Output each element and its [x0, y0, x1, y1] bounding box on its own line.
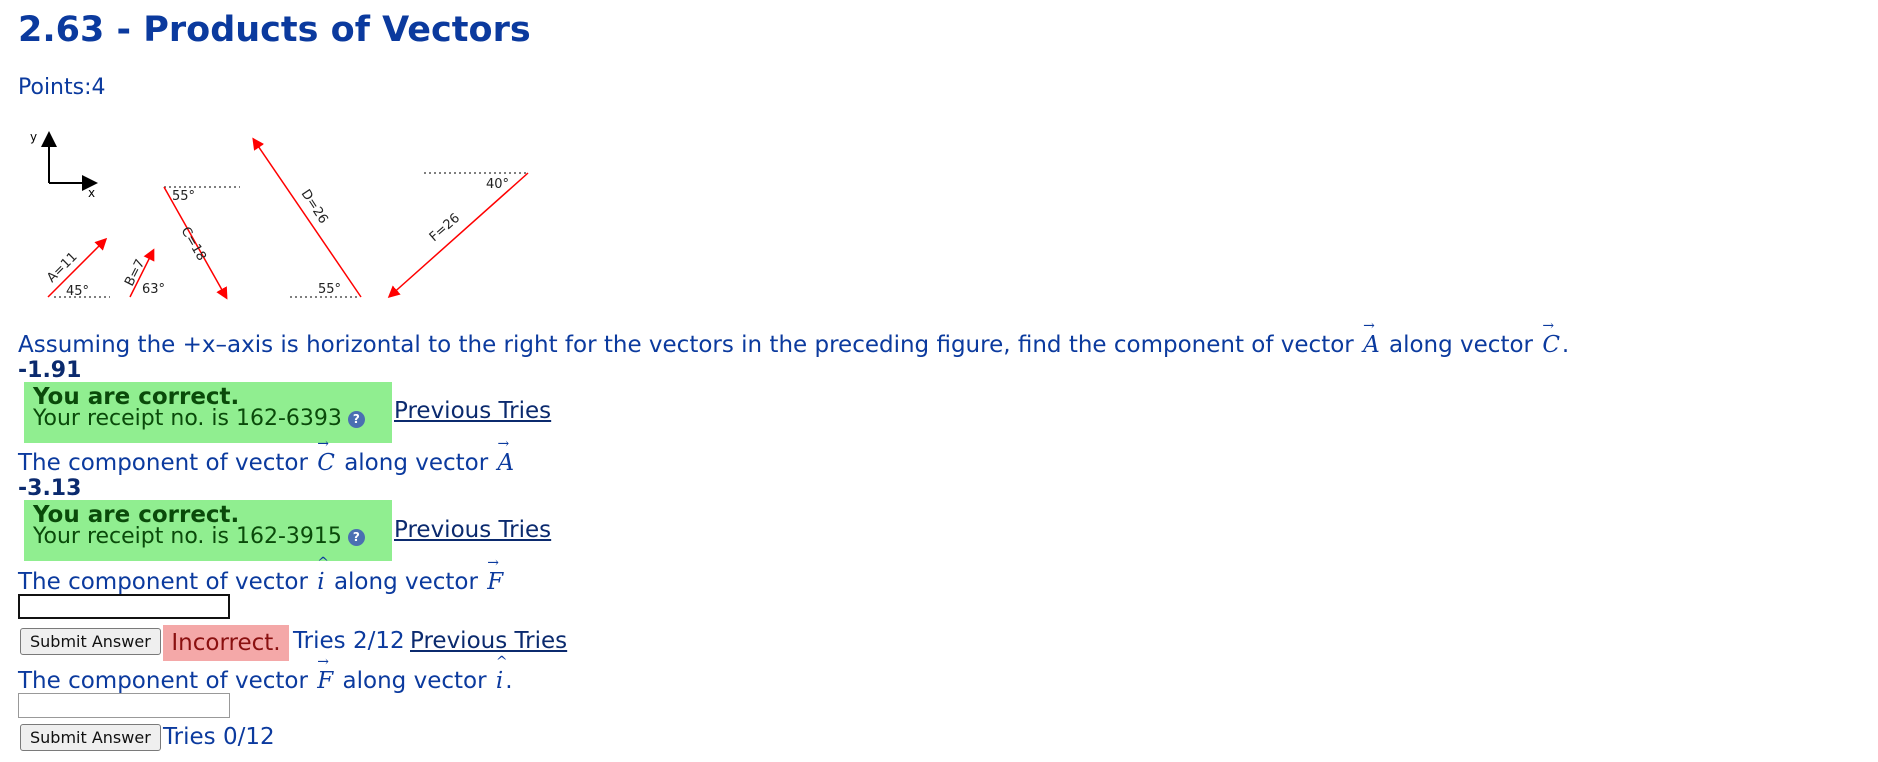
- vector-f-label: F=26: [427, 211, 463, 245]
- vector-a: A=11 45°: [44, 237, 110, 299]
- question-4-middle: along vector: [342, 668, 487, 694]
- receipt-text: Your receipt no. is 162-3915: [33, 524, 342, 549]
- answer-1: -1.91: [18, 358, 82, 383]
- angle-d-label: 55°: [318, 282, 341, 297]
- answer-2: -3.13: [18, 476, 82, 501]
- angle-f-label: 40°: [486, 177, 509, 192]
- feedback-title: You are correct.: [33, 502, 240, 528]
- vector-symbol: → C: [317, 436, 335, 476]
- vector-symbol: → C: [1542, 318, 1560, 358]
- page-title: 2.63 - Products of Vectors: [18, 10, 531, 50]
- vector-symbol: → A: [497, 436, 515, 476]
- vector-symbol: → F: [487, 555, 504, 595]
- question-1-text: Assuming the +x–axis is horizontal to th…: [18, 318, 1570, 358]
- vector-a-label: A=11: [44, 250, 80, 286]
- axis-x-label: x: [88, 186, 95, 200]
- receipt-text: Your receipt no. is 162-6393: [33, 406, 342, 431]
- incorrect-badge: Incorrect.: [163, 625, 289, 661]
- vector-d-label: D=26: [298, 187, 331, 227]
- vector-c: C=18 55°: [163, 186, 240, 300]
- answer-input-4[interactable]: [18, 693, 230, 718]
- vector-symbol: → A: [1363, 318, 1380, 358]
- tries-counter-3: Tries 2/12: [293, 628, 405, 654]
- vector-b: B=7 63°: [122, 248, 165, 298]
- feedback-title: You are correct.: [33, 384, 240, 410]
- angle-c-label: 55°: [172, 189, 195, 204]
- page: 2.63 - Products of Vectors Points:4 y x …: [0, 0, 1878, 762]
- axis-y-label: y: [30, 130, 37, 144]
- answer-input-3[interactable]: [18, 594, 230, 619]
- question-4-prefix: The component of vector: [18, 668, 308, 694]
- question-4-text: The component of vector → F along vector …: [18, 654, 513, 694]
- question-1-middle: along vector: [1389, 332, 1533, 358]
- vector-symbol: → F: [317, 654, 334, 694]
- vector-d: D=26 55°: [252, 137, 362, 298]
- question-1-prefix: Assuming the +x–axis is horizontal to th…: [18, 332, 1354, 358]
- question-3-prefix: The component of vector: [18, 569, 308, 595]
- submit-answer-button-4[interactable]: Submit Answer: [20, 724, 161, 751]
- correct-feedback-1: You are correct. Your receipt no. is 162…: [24, 382, 392, 443]
- question-2-middle: along vector: [344, 450, 489, 476]
- angle-a-label: 45°: [66, 284, 89, 299]
- unit-vector-symbol: ^ i: [317, 555, 329, 595]
- submit-answer-button-3[interactable]: Submit Answer: [20, 628, 161, 655]
- points-label: Points:4: [18, 75, 106, 100]
- vector-f: F=26 40°: [387, 172, 529, 298]
- vector-figure: y x A=11 45° B=7 63° C=18 55° D=26 55° F…: [30, 130, 529, 300]
- previous-tries-link-3[interactable]: Previous Tries: [410, 628, 567, 654]
- previous-tries-link-1[interactable]: Previous Tries: [394, 398, 551, 424]
- help-icon[interactable]: ?: [347, 528, 365, 546]
- question-3-text: The component of vector ^ i along vector …: [18, 555, 505, 595]
- vector-c-label: C=18: [178, 225, 209, 264]
- axes: y x: [30, 130, 98, 200]
- question-3-middle: along vector: [333, 569, 478, 595]
- help-icon[interactable]: ?: [347, 410, 365, 428]
- unit-vector-symbol: ^ i: [495, 654, 508, 694]
- previous-tries-link-2[interactable]: Previous Tries: [394, 517, 551, 543]
- question-2-prefix: The component of vector: [18, 450, 308, 476]
- tries-counter-4: Tries 0/12: [163, 724, 275, 750]
- question-2-text: The component of vector → C along vector …: [18, 436, 516, 476]
- correct-feedback-2: You are correct. Your receipt no. is 162…: [24, 500, 392, 561]
- angle-b-label: 63°: [142, 282, 165, 297]
